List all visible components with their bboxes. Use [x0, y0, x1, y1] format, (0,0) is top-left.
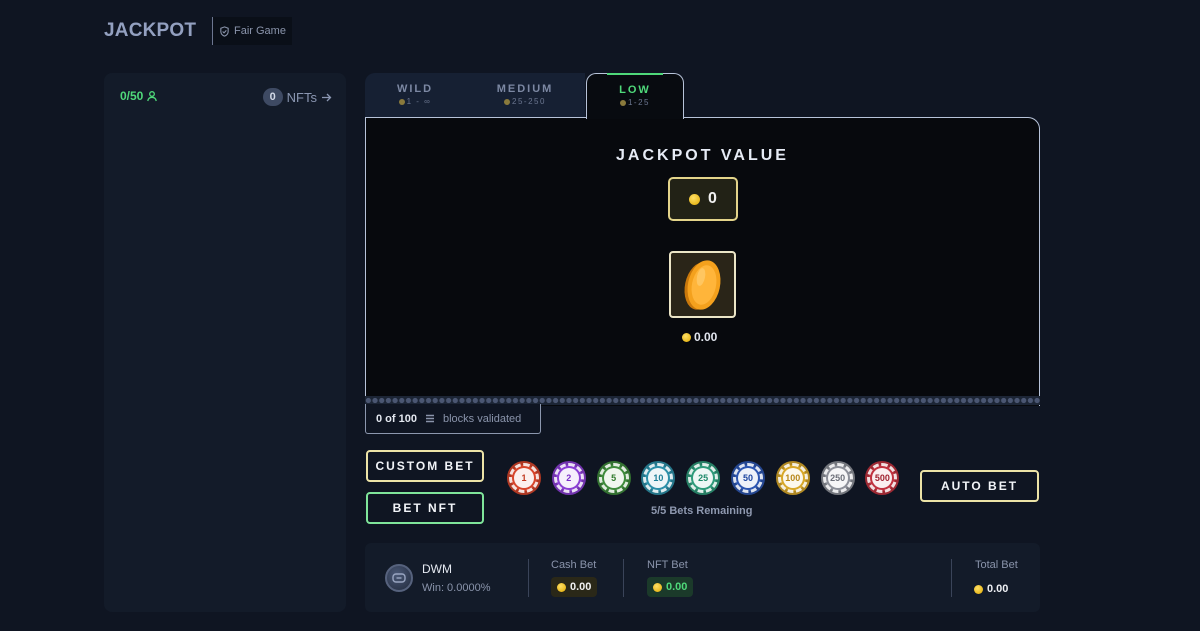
chip-2[interactable]: 2 [551, 461, 586, 495]
nfts-label: NFTs [286, 89, 317, 105]
auto-bet-button[interactable]: AUTO BET [920, 470, 1039, 502]
jackpot-value-box: 0 [668, 177, 738, 221]
total-bet-label: Total Bet [975, 559, 1018, 571]
nft-bet-value: 0.00 [647, 577, 694, 597]
avatar [385, 564, 413, 592]
divider [951, 559, 952, 597]
chip-50[interactable]: 50 [731, 461, 765, 495]
fair-game-label: Fair Game [234, 25, 286, 37]
chip-label: 10 [648, 468, 669, 488]
mode-tabs: WILD 1 - ∞ MEDIUM 25-250 LOW 1-25 [365, 73, 685, 119]
tab-medium-range: 25-250 [465, 97, 585, 106]
chip-label: 500 [872, 468, 893, 488]
chip-10[interactable]: 10 [641, 461, 676, 495]
tab-medium-label: MEDIUM [496, 83, 554, 95]
page-title: JACKPOT [104, 20, 197, 41]
jackpot-title: JACKPOT VALUE [616, 147, 789, 164]
tab-medium[interactable]: MEDIUM 25-250 [465, 73, 585, 118]
tab-low-label: LOW [619, 84, 651, 96]
chip-label: 2 [558, 468, 579, 488]
coin-icon [974, 584, 983, 594]
cash-bet-amount: 0.00 [570, 581, 592, 593]
chip-5[interactable]: 5 [596, 461, 631, 495]
blocks-count: 0 of 100 [376, 412, 417, 425]
divider [528, 559, 529, 597]
bets-remaining: 5/5 Bets Remaining [651, 505, 753, 517]
blocks-label: blocks validated [442, 412, 522, 425]
jackpot-value: 0 [708, 190, 717, 207]
tab-low[interactable]: LOW 1-25 [586, 73, 684, 119]
coin-icon [653, 582, 662, 592]
coin-amount: 0.00 [682, 330, 717, 344]
coin-icon [504, 98, 511, 105]
gold-coin-icon [684, 259, 720, 310]
coin-icon [398, 98, 405, 105]
player-count-label: 0/50 [120, 89, 144, 103]
user-icon [147, 91, 158, 102]
tab-wild-range: 1 - ∞ [365, 97, 465, 106]
arrow-right-icon [322, 93, 332, 101]
nft-bet-label: NFT Bet [647, 559, 688, 571]
total-bet-value: 0.00 [974, 583, 1008, 595]
user-name: DWM [422, 562, 452, 576]
chip-label: 100 [782, 468, 803, 488]
total-bet-amount: 0.00 [987, 583, 1009, 595]
custom-bet-button[interactable]: CUSTOM BET [366, 450, 484, 482]
blocks-validated: 0 of 100 blocks validated [365, 404, 541, 434]
chip-label: 25 [693, 468, 714, 488]
chip-100[interactable]: 100 [775, 461, 810, 495]
user-avatar-icon [392, 573, 406, 583]
chip-1[interactable]: 1 [507, 461, 541, 495]
cash-bet-value: 0.00 [551, 577, 598, 597]
coin-icon [682, 332, 691, 342]
chip-label: 50 [738, 468, 758, 488]
coin-icon [619, 99, 626, 106]
chip-label: 250 [827, 468, 848, 488]
coin-icon [689, 193, 701, 205]
tab-wild[interactable]: WILD 1 - ∞ [365, 73, 465, 118]
jackpot-panel: JACKPOT VALUE 0 0.00 [365, 117, 1040, 406]
nfts-link[interactable]: 0 NFTs [262, 88, 332, 106]
cash-bet-label: Cash Bet [551, 559, 597, 571]
nft-bet-amount: 0.00 [666, 581, 688, 593]
tab-low-range: 1-25 [587, 98, 683, 107]
coin-amount-value: 0.00 [694, 330, 718, 344]
fair-game-badge[interactable]: Fair Game [212, 17, 292, 45]
chip-label: 5 [603, 468, 624, 488]
tab-wild-label: WILD [396, 83, 434, 95]
divider [623, 559, 624, 597]
user-win-chance: Win: 0.0000% [422, 582, 491, 594]
coin-icon [557, 582, 566, 592]
player-count: 0/50 [120, 89, 158, 103]
chip-250[interactable]: 250 [820, 461, 855, 495]
nft-count-badge: 0 [262, 88, 283, 106]
players-panel: 0/50 0 NFTs [104, 73, 346, 612]
shield-check-icon [220, 25, 229, 37]
bet-nft-button[interactable]: BET NFT [366, 492, 484, 524]
chip-label: 1 [514, 468, 534, 488]
bet-summary: DWM Win: 0.0000% Cash Bet 0.00 NFT Bet 0… [365, 543, 1040, 612]
chip-selector: 1 2 5 10 25 50 100 250 500 [507, 461, 900, 495]
chip-500[interactable]: 500 [865, 461, 900, 495]
coin-image-box [669, 251, 736, 318]
stack-icon [425, 414, 434, 423]
chip-25[interactable]: 25 [686, 461, 721, 495]
